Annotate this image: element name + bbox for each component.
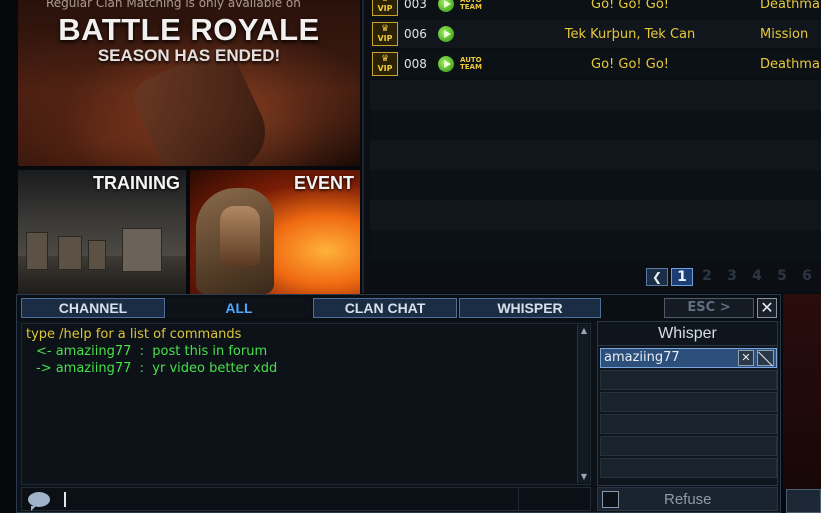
close-icon[interactable]: ✕ bbox=[757, 298, 777, 318]
training-crate bbox=[58, 236, 82, 270]
tab-whisper[interactable]: WHISPER bbox=[459, 298, 601, 318]
room-number: 006 bbox=[404, 27, 427, 41]
tab-all[interactable]: ALL bbox=[167, 298, 311, 318]
empty-room-row bbox=[370, 200, 821, 230]
empty-room-row bbox=[370, 140, 821, 170]
room-row[interactable]: ♛ VIP 008 AUTO TEAM Go! Go! Go! Deathma bbox=[370, 50, 821, 78]
tab-channel[interactable]: CHANNEL bbox=[21, 298, 165, 318]
event-banner[interactable]: EVENT bbox=[190, 170, 360, 294]
prev-page-icon[interactable]: ❮ bbox=[646, 268, 668, 286]
training-banner[interactable]: TRAINING bbox=[18, 170, 186, 294]
page-button[interactable]: 3 bbox=[721, 268, 743, 286]
banner-notice: Regular Clan Matching is only available … bbox=[46, 0, 301, 10]
page-button[interactable]: 4 bbox=[746, 268, 768, 286]
refuse-whisper-row[interactable]: Refuse bbox=[597, 487, 778, 511]
empty-room-row bbox=[370, 230, 821, 260]
auto-team-badge: AUTO TEAM bbox=[460, 56, 482, 71]
chat-window: CHANNEL ALL CLAN CHAT WHISPER ESC > ✕ ty… bbox=[16, 294, 781, 513]
whisper-slot-empty[interactable] bbox=[600, 414, 777, 434]
banner-subtitle: SEASON HAS ENDED! bbox=[97, 46, 281, 65]
remove-contact-icon[interactable]: ✕ bbox=[738, 350, 754, 366]
chat-message: -> amaziing77 : yr video better xdd bbox=[36, 361, 278, 376]
chat-bubble-icon bbox=[28, 492, 50, 511]
whisper-slot-empty[interactable] bbox=[600, 392, 777, 412]
play-icon[interactable] bbox=[438, 26, 454, 42]
chat-log: type /help for a list of commands <- ama… bbox=[21, 323, 591, 485]
page-button[interactable]: 1 bbox=[671, 268, 693, 286]
event-label: EVENT bbox=[293, 173, 354, 193]
empty-room-row bbox=[370, 110, 821, 140]
chat-input[interactable] bbox=[21, 487, 591, 511]
whisper-slot-empty[interactable] bbox=[600, 458, 777, 478]
room-title: Go! Go! Go! bbox=[591, 56, 669, 72]
event-hand-art bbox=[220, 206, 260, 266]
room-mode: Deathma bbox=[760, 56, 820, 72]
pagination: ❮ 1 2 3 4 5 6 bbox=[646, 268, 818, 286]
block-contact-icon[interactable] bbox=[757, 350, 774, 366]
chat-message: <- amaziing77 : post this in forum bbox=[36, 344, 268, 359]
empty-room-row bbox=[370, 80, 821, 110]
training-crate bbox=[88, 240, 106, 270]
room-title: Go! Go! Go! bbox=[591, 0, 669, 12]
whisper-contact-name: amaziing77 bbox=[604, 350, 680, 365]
room-mode: Deathma bbox=[760, 0, 820, 12]
page-button[interactable]: 5 bbox=[771, 268, 793, 286]
training-crate bbox=[26, 232, 48, 270]
refuse-checkbox[interactable] bbox=[602, 491, 619, 508]
input-divider bbox=[518, 488, 519, 510]
esc-button[interactable]: ESC > bbox=[664, 298, 754, 318]
vip-badge-icon: ♛VIP bbox=[372, 0, 398, 16]
scroll-up-icon[interactable]: ▲ bbox=[579, 326, 589, 336]
whisper-panel: Whisper amaziing77 ✕ bbox=[597, 321, 778, 486]
scroll-down-icon[interactable]: ▼ bbox=[579, 472, 589, 482]
page-button[interactable]: 2 bbox=[696, 268, 718, 286]
play-icon[interactable] bbox=[438, 0, 454, 12]
training-label: TRAINING bbox=[93, 173, 180, 193]
room-row[interactable]: ♛ VIP 006 Tek Kurþun, Tek Can Mission bbox=[370, 20, 821, 48]
chat-scrollbar[interactable]: ▲ ▼ bbox=[577, 325, 589, 483]
room-row[interactable]: ♛VIP 003 AUTOTEAM Go! Go! Go! Deathma bbox=[370, 0, 821, 18]
background-edge bbox=[783, 294, 821, 489]
whisper-contact[interactable]: amaziing77 ✕ bbox=[600, 348, 777, 368]
whisper-slot-empty[interactable] bbox=[600, 370, 777, 390]
text-caret bbox=[64, 492, 66, 507]
whisper-title: Whisper bbox=[598, 322, 777, 346]
whisper-slot-empty[interactable] bbox=[600, 436, 777, 456]
refuse-label: Refuse bbox=[664, 491, 712, 508]
training-wall bbox=[122, 228, 162, 272]
room-number: 003 bbox=[404, 0, 427, 11]
vip-badge-icon: ♛VIP bbox=[372, 22, 398, 46]
play-icon[interactable] bbox=[438, 56, 454, 72]
tab-clan-chat[interactable]: CLAN CHAT bbox=[313, 298, 457, 318]
chat-system-message: type /help for a list of commands bbox=[26, 327, 242, 342]
room-list: ♛VIP 003 AUTOTEAM Go! Go! Go! Deathma ♛V… bbox=[362, 0, 821, 293]
room-number: 008 bbox=[404, 57, 427, 71]
chat-tabbar: CHANNEL ALL CLAN CHAT WHISPER ESC > ✕ bbox=[17, 295, 780, 321]
battle-royale-banner[interactable]: Regular Clan Matching is only available … bbox=[18, 0, 360, 166]
room-title: Tek Kurþun, Tek Can bbox=[564, 26, 696, 42]
empty-room-row bbox=[370, 170, 821, 200]
room-mode: Mission bbox=[760, 26, 809, 42]
auto-team-badge: AUTO TEAM bbox=[460, 0, 482, 11]
banner-title: BATTLE ROYALE bbox=[58, 12, 320, 47]
page-button[interactable]: 6 bbox=[796, 268, 818, 286]
vip-badge-icon: ♛VIP bbox=[372, 52, 398, 76]
corner-button[interactable] bbox=[786, 489, 821, 513]
